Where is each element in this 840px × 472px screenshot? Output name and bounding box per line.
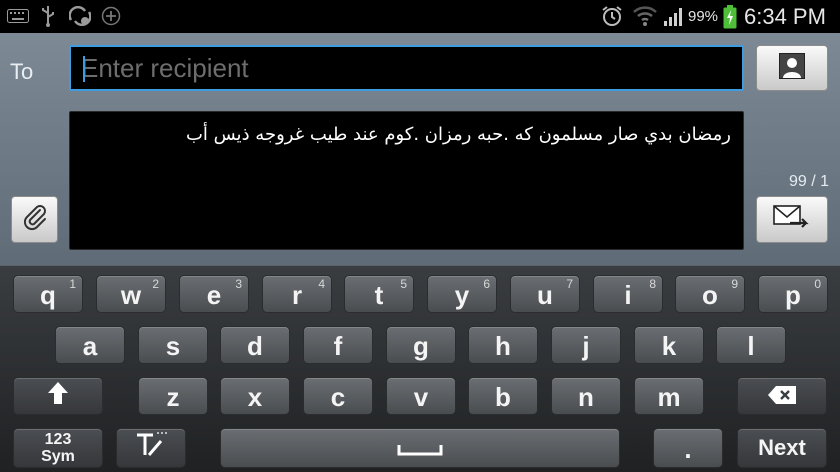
- message-field[interactable]: رمضان بدي صار مسلمون كه .حبه رمزان .كوم …: [69, 111, 744, 250]
- key-d[interactable]: d: [220, 326, 290, 364]
- key-q[interactable]: q1: [13, 275, 83, 313]
- key-s[interactable]: s: [138, 326, 208, 364]
- text-style-icon: [135, 431, 167, 466]
- key-c[interactable]: c: [303, 377, 373, 415]
- key-k[interactable]: k: [634, 326, 704, 364]
- key-r[interactable]: r4: [262, 275, 332, 313]
- text-cursor: [83, 56, 85, 82]
- attach-button[interactable]: [11, 196, 58, 243]
- key-g[interactable]: g: [386, 326, 456, 364]
- sync-error-icon: [68, 6, 92, 26]
- key-a[interactable]: a: [55, 326, 125, 364]
- symbols-key[interactable]: 123 Sym: [13, 428, 103, 468]
- key-h[interactable]: h: [468, 326, 538, 364]
- key-j[interactable]: j: [551, 326, 621, 364]
- key-y[interactable]: y6: [427, 275, 497, 313]
- shift-key[interactable]: [13, 377, 103, 415]
- key-p[interactable]: p0: [758, 275, 828, 313]
- key-e[interactable]: e3: [179, 275, 249, 313]
- message-text[interactable]: رمضان بدي صار مسلمون كه .حبه رمزان .كوم …: [186, 124, 731, 145]
- key-x[interactable]: x: [220, 377, 290, 415]
- backspace-icon: [767, 381, 797, 412]
- shift-icon: [47, 381, 69, 412]
- compose-area: To رمضان بدي صار مسلمون كه .حبه رمزان .ك…: [0, 33, 840, 265]
- paperclip-icon: [21, 203, 49, 236]
- alarm-icon: [600, 6, 624, 26]
- key-w[interactable]: w2: [96, 275, 166, 313]
- signal-icon: [662, 6, 686, 26]
- key-b[interactable]: b: [468, 377, 538, 415]
- key-period[interactable]: .: [653, 428, 723, 468]
- recipient-field[interactable]: [69, 45, 744, 91]
- key-m[interactable]: m: [634, 377, 704, 415]
- key-i[interactable]: i8: [593, 275, 663, 313]
- add-icon: [100, 6, 122, 26]
- key-u[interactable]: u7: [510, 275, 580, 313]
- key-o[interactable]: o9: [675, 275, 745, 313]
- contacts-button[interactable]: [756, 45, 828, 91]
- key-n[interactable]: n: [551, 377, 621, 415]
- recipient-input[interactable]: [71, 47, 742, 89]
- key-v[interactable]: v: [386, 377, 456, 415]
- usb-icon: [38, 6, 58, 27]
- send-icon: [772, 203, 812, 236]
- clock: 6:34 PM: [744, 4, 826, 29]
- char-counter: 99 / 1: [788, 173, 829, 190]
- next-key[interactable]: Next: [737, 428, 827, 468]
- wifi-icon: [632, 6, 658, 26]
- space-icon: [397, 433, 443, 464]
- keyboard: q1 w2 e3 r4 t5 y6 u7 i8 o9 p0 a s d f g …: [0, 265, 840, 472]
- backspace-key[interactable]: [737, 377, 827, 415]
- keyboard-icon: [6, 6, 30, 26]
- send-button[interactable]: [756, 196, 828, 243]
- key-f[interactable]: f: [303, 326, 373, 364]
- to-label: To: [10, 59, 34, 84]
- key-z[interactable]: z: [138, 377, 208, 415]
- battery-percent: 99%: [688, 8, 719, 25]
- key-l[interactable]: l: [716, 326, 786, 364]
- battery-icon: [722, 5, 738, 29]
- key-t[interactable]: t5: [344, 275, 414, 313]
- status-bar: 99% 6:34 PM: [0, 0, 840, 33]
- space-key[interactable]: [220, 428, 620, 468]
- contact-icon: [779, 52, 805, 84]
- text-options-key[interactable]: [116, 428, 186, 468]
